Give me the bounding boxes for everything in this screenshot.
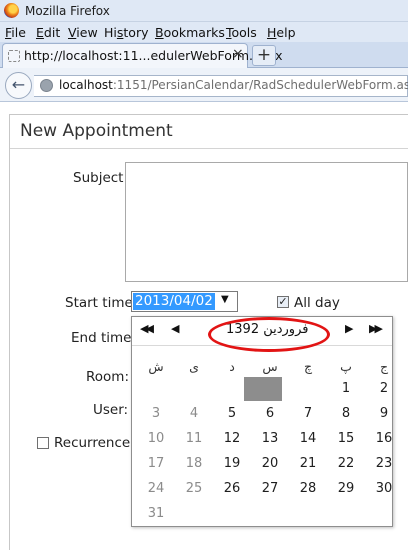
- calendar-day[interactable]: 20: [257, 456, 283, 471]
- new-tab-button[interactable]: +: [252, 45, 276, 66]
- calendar-day[interactable]: 19: [219, 456, 245, 471]
- close-tab-icon[interactable]: ×: [232, 46, 244, 62]
- calendar-day[interactable]: 26: [219, 481, 245, 496]
- weekday-header: د: [229, 359, 235, 374]
- weekday-header: چ: [303, 359, 313, 374]
- user-label: User:: [93, 402, 129, 418]
- calendar-day[interactable]: 6: [257, 406, 283, 421]
- last-month-icon[interactable]: ▶▶: [369, 322, 383, 335]
- menu-view[interactable]: View: [68, 25, 98, 40]
- calendar-day[interactable]: 13: [257, 431, 283, 446]
- recurrence-label: Recurrence: [54, 435, 131, 451]
- calendar-day[interactable]: 22: [333, 456, 359, 471]
- calendar-day[interactable]: 24: [143, 481, 169, 496]
- url-text[interactable]: localhost:1151/PersianCalendar/RadSchedu…: [59, 78, 408, 92]
- calendar-day[interactable]: 12: [219, 431, 245, 446]
- calendar-day[interactable]: 27: [257, 481, 283, 496]
- window-title: Mozilla Firefox: [25, 4, 110, 18]
- next-month-icon[interactable]: ▶: [345, 322, 354, 335]
- firefox-logo-icon: [4, 3, 19, 18]
- tab-title: http://localhost:11...edulerWebForm.aspx: [24, 48, 283, 63]
- weekday-header: ی: [189, 359, 199, 374]
- calendar-day[interactable]: 14: [295, 431, 321, 446]
- chevron-down-icon[interactable]: ▼: [221, 294, 229, 305]
- calendar-day[interactable]: 25: [181, 481, 207, 496]
- calendar-day[interactable]: 2: [371, 381, 397, 396]
- back-button[interactable]: ←: [5, 72, 32, 99]
- allday-label: All day: [294, 295, 340, 311]
- calendar-day[interactable]: 8: [333, 406, 359, 421]
- menu-bookmarks[interactable]: Bookmarks: [155, 25, 225, 40]
- end-time-label: End time: [71, 330, 132, 346]
- menu-tools[interactable]: Tools: [226, 25, 257, 40]
- start-time-label: Start time: [65, 295, 133, 311]
- form-title: New Appointment: [20, 121, 173, 141]
- calendar-day[interactable]: 1: [333, 381, 359, 396]
- menu-help[interactable]: Help: [267, 25, 296, 40]
- weekday-header: پ: [340, 359, 352, 374]
- title-divider: [10, 148, 408, 149]
- calendar-day[interactable]: 11: [181, 431, 207, 446]
- room-label: Room:: [86, 369, 129, 385]
- first-month-icon[interactable]: ◀◀: [140, 322, 154, 335]
- allday-checkbox[interactable]: ✓: [277, 296, 289, 308]
- recurrence-checkbox[interactable]: [37, 437, 49, 449]
- weekday-header: ج: [379, 359, 389, 374]
- calendar-day[interactable]: 10: [143, 431, 169, 446]
- menu-edit[interactable]: Edit: [36, 25, 60, 40]
- calendar-day[interactable]: 21: [295, 456, 321, 471]
- menu-history[interactable]: History: [104, 25, 148, 40]
- calendar-day[interactable]: 4: [181, 406, 207, 421]
- calendar-day[interactable]: 3: [143, 406, 169, 421]
- start-date-value[interactable]: 2013/04/02: [133, 293, 215, 310]
- subject-textarea[interactable]: [125, 162, 408, 282]
- calendar-day[interactable]: 16: [371, 431, 397, 446]
- calendar-day[interactable]: 23: [371, 456, 397, 471]
- previous-month-icon[interactable]: ◀: [171, 322, 180, 335]
- calendar-day[interactable]: 9: [371, 406, 397, 421]
- calendar-day[interactable]: 31: [143, 506, 169, 521]
- menu-file[interactable]: File: [5, 25, 26, 40]
- today-cell-highlight[interactable]: [244, 377, 282, 401]
- globe-icon: [40, 79, 53, 92]
- calendar-day[interactable]: 5: [219, 406, 245, 421]
- page-favicon-icon: [8, 50, 20, 62]
- weekday-header: س: [262, 359, 278, 374]
- calendar-day[interactable]: 28: [295, 481, 321, 496]
- calendar-day[interactable]: 18: [181, 456, 207, 471]
- calendar-day[interactable]: 17: [143, 456, 169, 471]
- calendar-day[interactable]: 30: [371, 481, 397, 496]
- calendar-day[interactable]: 29: [333, 481, 359, 496]
- highlight-ellipse: [208, 317, 330, 352]
- weekday-header: ش: [148, 359, 164, 374]
- calendar-day[interactable]: 7: [295, 406, 321, 421]
- calendar-day[interactable]: 15: [333, 431, 359, 446]
- subject-label: Subject: [73, 170, 124, 186]
